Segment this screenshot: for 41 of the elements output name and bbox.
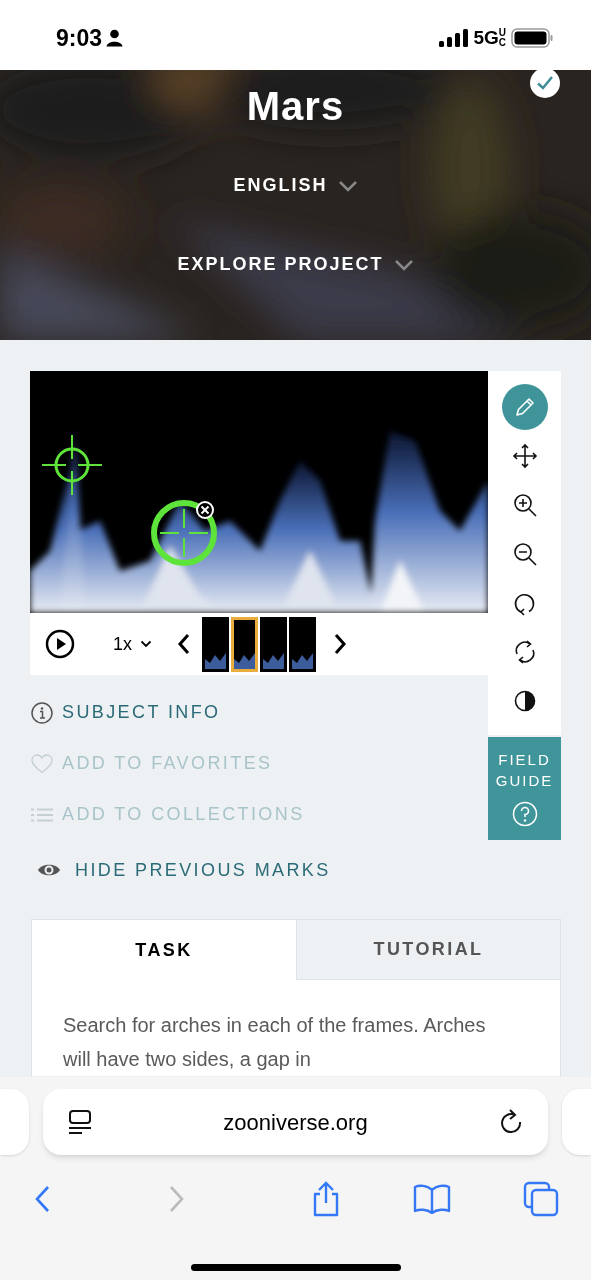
caret-icon xyxy=(140,640,152,648)
next-frame-button[interactable] xyxy=(333,633,347,655)
chevron-down-icon xyxy=(393,258,414,271)
network-suffix: C xyxy=(498,38,506,48)
project-title: Mars xyxy=(246,83,345,130)
signal-icon xyxy=(439,29,469,47)
person-icon xyxy=(106,29,124,47)
reader-icon[interactable] xyxy=(68,1109,92,1135)
tab[interactable]: TUTORIAL xyxy=(296,920,560,980)
network-suffix: U xyxy=(498,28,506,38)
network-label: 5G xyxy=(473,25,499,50)
list-icon xyxy=(31,807,53,822)
crosshair-mark[interactable] xyxy=(42,435,102,495)
frame-thumbnail[interactable] xyxy=(289,616,316,672)
chevron-down-icon xyxy=(337,179,358,192)
previous-frame-button[interactable] xyxy=(177,633,191,655)
reload-icon[interactable] xyxy=(499,1109,523,1135)
frame-thumbnail[interactable] xyxy=(231,616,258,672)
dropdown-menu[interactable]: EXPLORE PROJECT xyxy=(177,251,414,278)
eye-icon xyxy=(37,862,61,878)
task-instructions: Search for arches in each of the frames. Arches will have two sides, a gap in xyxy=(62,1013,487,1072)
play-button[interactable] xyxy=(45,629,75,659)
frame-thumbnail[interactable] xyxy=(202,616,229,672)
crosshair-mark[interactable] xyxy=(151,499,219,567)
url-text: zooniverse.org xyxy=(223,1108,368,1137)
bookmarks-icon[interactable] xyxy=(413,1184,452,1214)
help-icon xyxy=(511,801,538,827)
action-link[interactable]: SUBJECT INFO xyxy=(62,699,221,726)
battery-icon xyxy=(511,28,553,48)
address-bar[interactable]: zooniverse.org xyxy=(43,1089,548,1155)
dropdown-menu[interactable]: ENGLISH xyxy=(233,172,358,199)
field-guide-button[interactable]: FIELD GUIDE xyxy=(488,737,561,840)
heart-icon xyxy=(31,753,53,774)
tabs-icon[interactable] xyxy=(523,1181,559,1217)
info-icon xyxy=(31,701,53,724)
speed-dropdown[interactable]: 1x xyxy=(113,630,152,658)
delete-mark-icon[interactable] xyxy=(196,501,214,519)
hide-marks-link[interactable]: HIDE PREVIOUS MARKS xyxy=(75,856,331,884)
clock-time: 9:03 xyxy=(56,23,103,53)
move-arrows-icon xyxy=(510,441,539,470)
frame-thumbnail[interactable] xyxy=(260,616,287,672)
